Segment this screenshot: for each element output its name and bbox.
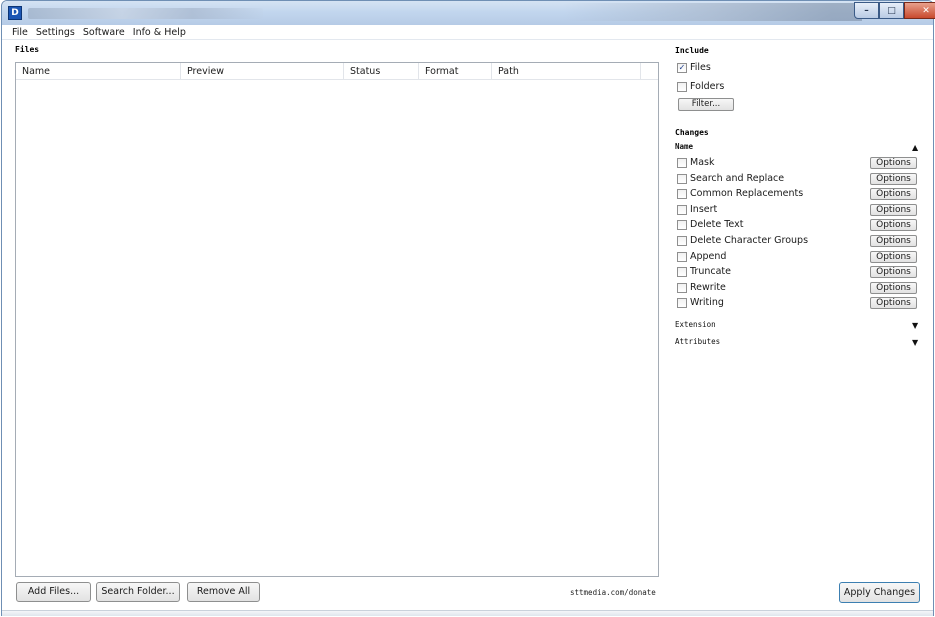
column-name[interactable]: Name [16,63,181,80]
attributes-group-header[interactable]: Attributes [675,337,720,346]
change-option-checkbox[interactable] [677,173,687,184]
change-option-label: Truncate [690,266,731,277]
change-option-label: Delete Text [690,219,744,230]
include-folders-label: Folders [690,81,725,92]
change-option-row[interactable]: Common Replacements [677,187,803,200]
change-option-checkbox[interactable] [677,204,687,215]
options-button[interactable]: Options [870,282,917,294]
options-button[interactable]: Options [870,266,917,278]
menu-settings[interactable]: Settings [36,27,75,38]
change-option-checkbox[interactable] [677,188,687,199]
options-button[interactable]: Options [870,204,917,216]
remove-all-button[interactable]: Remove All [187,582,260,602]
apply-changes-button[interactable]: Apply Changes [839,582,920,603]
app-window: D – □ ✕ File Settings Software Info & He… [1,0,935,616]
minimize-button[interactable]: – [854,2,879,19]
change-option-label: Search and Replace [690,173,785,184]
change-option-label: Append [690,251,727,262]
search-folder-button[interactable]: Search Folder... [96,582,180,602]
triangle-up-icon[interactable]: ▲ [912,143,918,152]
change-option-checkbox[interactable] [677,282,687,293]
changes-title: Changes [675,128,709,137]
change-option-label: Delete Character Groups [690,235,809,246]
add-files-button[interactable]: Add Files... [16,582,91,602]
change-option-row[interactable]: Truncate [677,265,731,278]
change-option-row[interactable]: Rewrite [677,281,726,294]
menu-file[interactable]: File [12,27,28,38]
triangle-down-icon[interactable]: ▼ [912,338,918,347]
include-files-checkbox[interactable]: ✓ [677,62,687,73]
options-button[interactable]: Options [870,251,917,263]
change-option-row[interactable]: Mask [677,156,714,169]
change-option-row[interactable]: Delete Character Groups [677,234,808,247]
change-option-checkbox[interactable] [677,251,687,262]
include-folders-option[interactable]: Folders [677,80,724,93]
column-format[interactable]: Format [419,63,492,80]
options-button[interactable]: Options [870,235,917,247]
titlebar-background-blur [562,3,862,21]
change-option-row[interactable]: Append [677,250,726,263]
change-option-row[interactable]: Writing [677,296,724,309]
options-button[interactable]: Options [870,297,917,309]
name-group-header[interactable]: Name [675,142,693,151]
close-button[interactable]: ✕ [904,2,935,19]
window-bottom-border [2,610,933,616]
change-option-row[interactable]: Search and Replace [677,172,784,185]
window-controls: – □ ✕ [854,2,935,20]
change-option-label: Common Replacements [690,188,804,199]
change-option-label: Writing [690,297,724,308]
filter-button[interactable]: Filter... [678,98,734,111]
column-path[interactable]: Path [492,63,641,80]
maximize-button[interactable]: □ [879,2,904,19]
change-option-label: Mask [690,157,715,168]
include-files-label: Files [690,62,711,73]
extension-group-header[interactable]: Extension [675,320,716,329]
change-option-checkbox[interactable] [677,235,687,246]
files-table[interactable]: Name Preview Status Format Path [15,62,659,577]
title-bar[interactable]: D – □ ✕ [2,1,935,25]
change-option-checkbox[interactable] [677,297,687,308]
include-folders-checkbox[interactable] [677,81,687,92]
change-option-checkbox[interactable] [677,266,687,277]
column-status[interactable]: Status [344,63,419,80]
options-button[interactable]: Options [870,173,917,185]
app-icon: D [8,6,22,20]
change-option-row[interactable]: Insert [677,203,717,216]
window-title-blurred [28,8,263,19]
include-files-option[interactable]: ✓ Files [677,61,711,74]
menu-info-help[interactable]: Info & Help [133,27,186,38]
change-option-label: Rewrite [690,282,726,293]
options-button[interactable]: Options [870,219,917,231]
change-option-label: Insert [690,204,718,215]
change-option-row[interactable]: Delete Text [677,218,743,231]
change-option-checkbox[interactable] [677,157,687,168]
table-header: Name Preview Status Format Path [16,63,658,80]
menu-software[interactable]: Software [83,27,125,38]
options-button[interactable]: Options [870,157,917,169]
menu-bar: File Settings Software Info & Help [2,25,933,40]
change-option-checkbox[interactable] [677,219,687,230]
column-preview[interactable]: Preview [181,63,344,80]
donate-link[interactable]: sttmedia.com/donate [570,588,656,597]
include-title: Include [675,46,709,55]
files-section-title: Files [15,45,40,54]
triangle-down-icon[interactable]: ▼ [912,321,918,330]
options-button[interactable]: Options [870,188,917,200]
